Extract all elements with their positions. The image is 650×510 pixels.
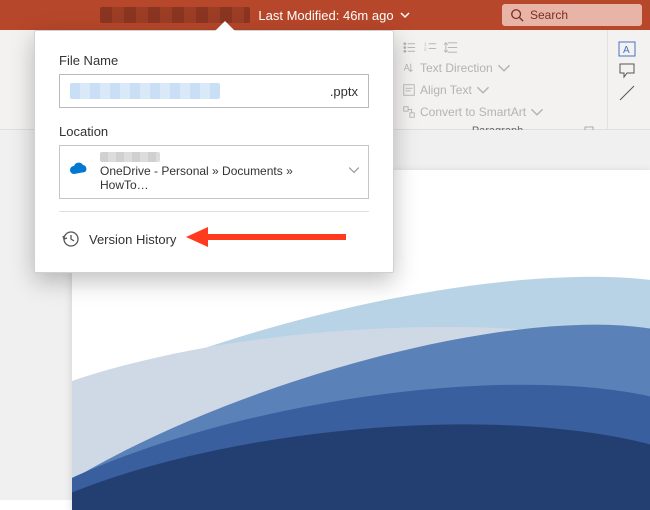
onedrive-icon [68, 158, 92, 187]
line-spacing-icon[interactable] [444, 40, 459, 55]
search-placeholder: Search [530, 8, 568, 22]
paragraph-mini-icons: 12 [398, 36, 597, 59]
align-text-button[interactable]: Align Text [398, 81, 597, 99]
numbering-icon[interactable]: 12 [423, 40, 438, 55]
file-name-input[interactable]: .pptx [59, 74, 369, 108]
svg-text:A: A [623, 45, 630, 56]
shapes-group: A [608, 30, 650, 129]
search-icon [510, 8, 524, 22]
location-picker[interactable]: OneDrive - Personal » Documents » HowTo… [59, 145, 369, 199]
version-history-label: Version History [89, 232, 176, 247]
text-direction-button[interactable]: A Text Direction [398, 59, 597, 77]
divider [59, 211, 369, 212]
location-path: OneDrive - Personal » Documents » HowTo… [100, 164, 340, 192]
paragraph-group: 12 A Text Direction Align Text Convert t… [388, 30, 608, 129]
chevron-down-icon [400, 10, 410, 20]
chevron-down-icon [497, 61, 511, 75]
text-direction-icon: A [402, 61, 416, 75]
history-icon [61, 230, 79, 248]
file-info-popover: File Name .pptx Location OneDrive - Pers… [34, 30, 394, 273]
file-name-redacted [70, 83, 220, 99]
callout-shape-icon[interactable] [618, 62, 636, 80]
svg-text:A: A [404, 63, 410, 73]
last-modified-label: Last Modified: 46m ago [258, 8, 393, 23]
align-text-icon [402, 83, 416, 97]
location-name-redacted [100, 152, 160, 162]
chevron-down-icon [476, 83, 490, 97]
version-history-button[interactable]: Version History [59, 226, 369, 258]
svg-text:2: 2 [424, 46, 427, 51]
search-box[interactable]: Search [502, 4, 642, 26]
file-extension: .pptx [330, 84, 358, 99]
file-name-label: File Name [59, 53, 369, 68]
line-shape-icon[interactable] [618, 84, 636, 102]
text-box-shape-icon[interactable]: A [618, 40, 636, 58]
chevron-down-icon [530, 105, 544, 119]
convert-smartart-button[interactable]: Convert to SmartArt [398, 103, 597, 121]
title-center: Last Modified: 46m ago [8, 7, 502, 23]
title-bar: Last Modified: 46m ago Search [0, 0, 650, 30]
location-label: Location [59, 124, 369, 139]
chevron-down-icon [348, 163, 360, 181]
bullets-icon[interactable] [402, 40, 417, 55]
smartart-icon [402, 105, 416, 119]
title-dropdown[interactable]: Last Modified: 46m ago [258, 8, 409, 23]
